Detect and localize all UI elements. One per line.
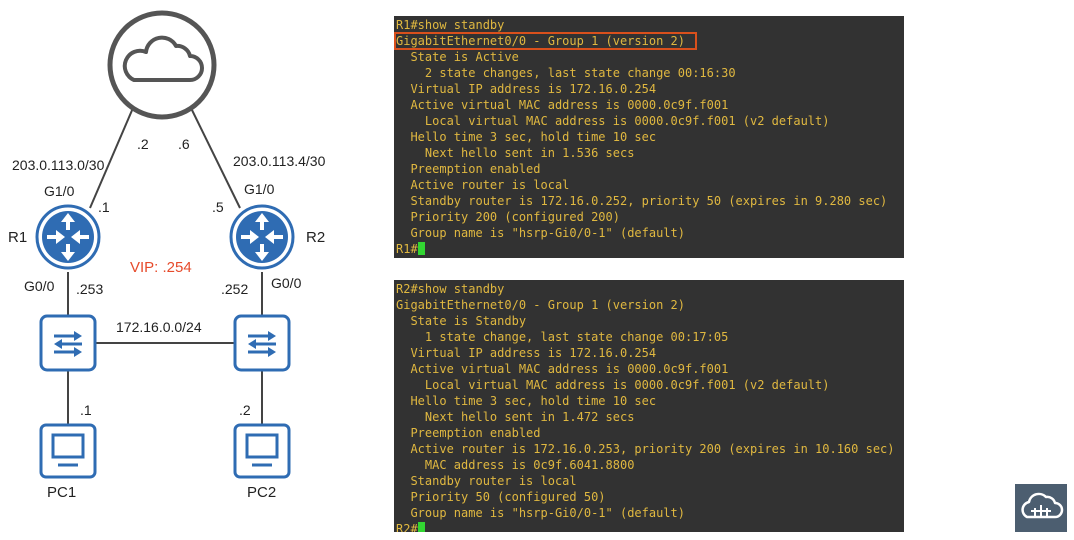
terminal-r2-show-standby[interactable]: R2#show standby GigabitEthernet0/0 - Gro… [394, 280, 904, 532]
terminal-line: Priority 200 (configured 200) [396, 210, 620, 224]
terminal-line: Local virtual MAC address is 0000.0c9f.f… [396, 378, 830, 392]
terminal-prompt-line[interactable]: R2# [396, 521, 904, 532]
pc-icon [233, 423, 291, 479]
isp-cloud [107, 10, 217, 120]
switch-sw1 [39, 314, 97, 372]
terminal-line: Virtual IP address is 172.16.0.254 [396, 346, 657, 360]
terminal-cursor [417, 522, 425, 532]
pc2-ip: .2 [239, 402, 251, 418]
pc1-ip: .1 [80, 402, 92, 418]
pc-icon [39, 423, 97, 479]
terminal-line: 2 state changes, last state change 00:16… [396, 66, 736, 80]
terminal-line: Next hello sent in 1.536 secs [396, 146, 635, 160]
lan-subnet: 172.16.0.0/24 [116, 319, 202, 335]
terminal-line: Group name is "hsrp-Gi0/0-1" (default) [396, 506, 685, 520]
r2-lan-interface: G0/0 [271, 275, 302, 291]
vip-label: VIP: .254 [130, 259, 192, 276]
r1-wan-ip: .1 [98, 199, 110, 215]
r2-name: R2 [306, 229, 325, 246]
terminal-line: Active router is local [396, 178, 570, 192]
right-wan-subnet: 203.0.113.4/30 [233, 153, 326, 169]
left-wan-subnet: 203.0.113.0/30 [12, 157, 105, 173]
terminal-line: Standby router is 172.16.0.252, priority… [396, 194, 888, 208]
network-diagram: 203.0.113.0/30 203.0.113.4/30 .2 .6 G1/0… [8, 10, 326, 501]
switch-sw2 [233, 314, 291, 372]
terminal-line: State is Active [396, 50, 519, 64]
terminal-r1-show-standby[interactable]: R1#show standby GigabitEthernet0/0 - Gro… [394, 16, 904, 258]
terminal-line: R2#show standby [396, 282, 505, 296]
isp-right-ip: .6 [178, 136, 190, 152]
terminal-line: Active router is 172.16.0.253, priority … [396, 442, 895, 456]
terminal-prompt: R1# [396, 242, 418, 256]
terminal-line: Active virtual MAC address is 0000.0c9f.… [396, 98, 729, 112]
r1-lan-interface: G0/0 [24, 278, 55, 294]
terminal-line: Local virtual MAC address is 0000.0c9f.f… [396, 114, 830, 128]
terminal-line: MAC address is 0c9f.6041.8800 [396, 458, 635, 472]
terminal-line: 1 state change, last state change 00:17:… [396, 330, 729, 344]
terminal-prompt-line[interactable]: R1# [396, 241, 904, 257]
cloud-logo-icon [1021, 492, 1064, 519]
terminal-line: Next hello sent in 1.472 secs [396, 410, 635, 424]
r1-wan-interface: G1/0 [44, 183, 75, 199]
terminal-line: Group name is "hsrp-Gi0/0-1" (default) [396, 226, 685, 240]
r2-lan-ip: .252 [221, 281, 248, 297]
r1-lan-ip: .253 [76, 281, 103, 297]
terminal-line: Hello time 3 sec, hold time 10 sec [396, 394, 657, 408]
highlight-box-interface-line [394, 32, 697, 50]
router-r1 [35, 204, 101, 270]
router-icon [35, 204, 101, 270]
terminal-line: Preemption enabled [396, 162, 541, 176]
cloud-logo[interactable] [1015, 484, 1067, 532]
router-r2 [229, 204, 295, 270]
terminal-line: Virtual IP address is 172.16.0.254 [396, 82, 657, 96]
r2-wan-ip: .5 [212, 199, 224, 215]
pc-pc2 [233, 423, 291, 479]
pc2-name: PC2 [247, 484, 276, 501]
isp-left-ip: .2 [137, 136, 149, 152]
pc1-name: PC1 [47, 484, 76, 501]
terminal-line: Hello time 3 sec, hold time 10 sec [396, 130, 657, 144]
terminal-line: R1#show standby [396, 18, 505, 32]
terminal-line: Active virtual MAC address is 0000.0c9f.… [396, 362, 729, 376]
terminal-line: Standby router is local [396, 474, 577, 488]
terminal-line: Preemption enabled [396, 426, 541, 440]
r1-name: R1 [8, 229, 27, 246]
router-icon [229, 204, 295, 270]
terminal-cursor [417, 242, 425, 255]
terminal-line: State is Standby [396, 314, 527, 328]
pc-pc1 [39, 423, 97, 479]
terminal-line: Priority 50 (configured 50) [396, 490, 606, 504]
terminal-prompt: R2# [396, 522, 418, 532]
terminal-line: GigabitEthernet0/0 - Group 1 (version 2) [396, 298, 685, 312]
r2-wan-interface: G1/0 [244, 181, 275, 197]
